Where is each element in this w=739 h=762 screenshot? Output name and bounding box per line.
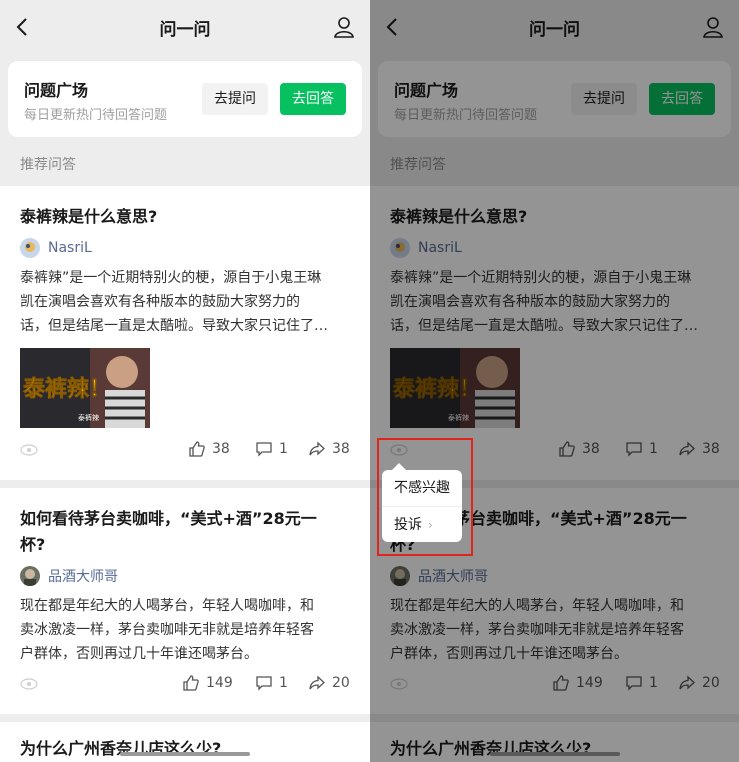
excerpt-line: 户群体，否则再过几十年谁还喝茅台。 — [20, 646, 258, 662]
like-count: 149 — [206, 675, 233, 691]
question-square-card: 问题广场 每日更新热门待回答问题 去提问 去回答 — [8, 61, 362, 137]
post-card[interactable]: 为什么广州香奈儿店这么少? — [0, 722, 370, 762]
post-title[interactable]: 为什么广州香奈儿店这么少? — [20, 736, 354, 762]
post-actions: 149 1 20 — [0, 674, 370, 696]
highlight-box — [377, 438, 473, 556]
recommended-label: 推荐问答 — [20, 157, 76, 173]
like-button[interactable]: 38 — [188, 440, 230, 458]
share-count: 38 — [332, 441, 350, 457]
nav-bar: 问一问 — [0, 0, 370, 56]
post-thumbnail[interactable]: 泰裤辣！ 泰裤辣 — [20, 348, 150, 428]
post-author[interactable]: NasriL — [20, 238, 92, 258]
excerpt-line: 凯在演唱会喜欢有各种版本的鼓励大家努力的 — [20, 294, 300, 310]
share-button[interactable]: 38 — [308, 440, 350, 458]
excerpt-line: 卖冰激凌一样，茅台卖咖啡无非就是培养年轻客 — [20, 622, 314, 638]
excerpt-line: 话，但是结尾一直是太酷啦。导致大家只记住了… — [20, 318, 328, 334]
post-title-line: 杯? — [20, 535, 46, 554]
question-square-title: 问题广场 — [24, 81, 89, 100]
comment-button[interactable]: 1 — [255, 674, 288, 692]
comment-count: 1 — [279, 675, 288, 691]
post-card[interactable]: 泰裤辣是什么意思? NasriL 泰裤辣”是一个近期特别火的梗，源自于小鬼王琳 … — [0, 186, 370, 480]
post-title[interactable]: 如何看待茅台卖咖啡，“美式+酒”28元一 杯? — [20, 506, 354, 558]
dim-overlay[interactable] — [370, 0, 739, 762]
user-icon[interactable] — [332, 15, 356, 39]
comment-icon — [256, 442, 272, 457]
question-square-subtitle: 每日更新热门待回答问题 — [24, 108, 168, 123]
like-button[interactable]: 149 — [182, 674, 233, 692]
excerpt-line: 泰裤辣”是一个近期特别火的梗，源自于小鬼王琳 — [20, 270, 322, 286]
answer-question-button[interactable]: 去回答 — [280, 83, 346, 115]
home-indicator — [120, 752, 250, 756]
comment-button[interactable]: 1 — [255, 440, 288, 458]
author-name: NasriL — [48, 240, 92, 256]
ask-question-button[interactable]: 去提问 — [202, 83, 268, 115]
share-icon — [309, 675, 325, 690]
thumbnail-subtitle: 泰裤辣 — [78, 413, 99, 422]
thumbs-up-icon — [183, 675, 199, 691]
screen-normal: 问一问 问题广场 每日更新热门待回答问题 去提问 去回答 推荐问答 泰裤辣是什么… — [0, 0, 370, 762]
page-title: 问一问 — [159, 20, 211, 40]
post-excerpt[interactable]: 泰裤辣”是一个近期特别火的梗，源自于小鬼王琳 凯在演唱会喜欢有各种版本的鼓励大家… — [20, 266, 354, 338]
share-icon — [309, 441, 325, 456]
thumbnail-caption-text: 泰裤辣！ — [22, 376, 111, 402]
eye-icon — [20, 678, 38, 690]
screen-with-menu: 问一问 问题广场 每日更新热门待回答问题 去提问 去回答 推荐问答 泰裤辣是什么… — [370, 0, 739, 762]
post-author[interactable]: 品酒大师哥 — [20, 566, 118, 586]
post-card[interactable]: 如何看待茅台卖咖啡，“美式+酒”28元一 杯? 品酒大师哥 现在都是年纪大的人喝… — [0, 488, 370, 714]
comment-icon — [256, 676, 272, 691]
post-actions: 38 1 38 — [0, 440, 370, 462]
excerpt-line: 现在都是年纪大的人喝茅台，年轻人喝咖啡，和 — [20, 598, 314, 614]
eye-icon — [20, 444, 38, 456]
comment-count: 1 — [279, 441, 288, 457]
thumbs-up-icon — [189, 441, 205, 457]
post-title-line: 如何看待茅台卖咖啡，“美式+酒”28元一 — [20, 509, 317, 528]
avatar — [20, 566, 40, 586]
author-name: 品酒大师哥 — [48, 569, 118, 585]
like-count: 38 — [212, 441, 230, 457]
post-excerpt[interactable]: 现在都是年纪大的人喝茅台，年轻人喝咖啡，和 卖冰激凌一样，茅台卖咖啡无非就是培养… — [20, 594, 354, 666]
share-count: 20 — [332, 675, 350, 691]
share-button[interactable]: 20 — [308, 674, 350, 692]
post-title[interactable]: 泰裤辣是什么意思? — [20, 204, 354, 230]
avatar — [20, 238, 40, 258]
